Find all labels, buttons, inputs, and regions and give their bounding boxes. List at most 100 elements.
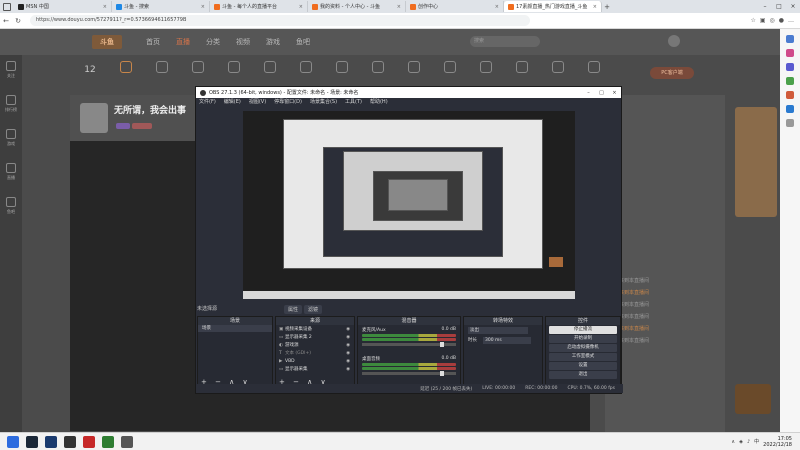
start-icon[interactable] bbox=[7, 435, 19, 448]
netease-music-icon[interactable] bbox=[83, 435, 95, 448]
wechat-icon[interactable] bbox=[102, 435, 114, 448]
rail-follow[interactable]: 关注 bbox=[0, 55, 22, 89]
extensions-icon[interactable]: ◎ bbox=[770, 17, 775, 24]
close-tab-icon[interactable]: × bbox=[103, 4, 107, 10]
nav-home[interactable]: 首页 bbox=[146, 37, 160, 47]
category-item[interactable] bbox=[108, 61, 144, 76]
eye-icon[interactable]: ◉ bbox=[346, 343, 350, 348]
nav-category[interactable]: 分类 bbox=[206, 37, 220, 47]
ime-indicator[interactable]: 中 bbox=[754, 438, 759, 445]
eye-icon[interactable]: ◉ bbox=[346, 335, 350, 340]
close-tab-icon[interactable]: × bbox=[299, 4, 303, 10]
nav-fishbar[interactable]: 鱼吧 bbox=[296, 37, 310, 47]
eye-icon[interactable]: ◉ bbox=[346, 351, 350, 356]
side-ad-small[interactable] bbox=[735, 384, 771, 414]
studio-mode-button[interactable]: 工作室模式 bbox=[549, 353, 617, 361]
url-field[interactable]: https://www.douyu.com/5727911?_r=0.57366… bbox=[30, 15, 530, 26]
eye-icon[interactable]: ◉ bbox=[346, 367, 350, 372]
browser-tab[interactable]: 斗鱼 - 搜索 × bbox=[112, 1, 210, 12]
terminal-icon[interactable] bbox=[64, 435, 76, 448]
close-button[interactable]: × bbox=[786, 0, 800, 13]
rail-live[interactable]: 直播 bbox=[0, 157, 22, 191]
volume-slider[interactable] bbox=[362, 342, 456, 347]
menu-docks[interactable]: 停靠窗口(D) bbox=[274, 98, 302, 107]
office-icon[interactable] bbox=[786, 91, 794, 99]
profile-icon[interactable]: ● bbox=[779, 17, 784, 24]
workspace-icon[interactable] bbox=[3, 2, 11, 11]
source-item[interactable]: ▶ VBD ◉ bbox=[276, 357, 354, 365]
scene-item[interactable]: 场景 bbox=[198, 325, 272, 332]
category-item[interactable] bbox=[396, 61, 432, 76]
menu-help[interactable]: 帮助(H) bbox=[370, 98, 388, 107]
stop-streaming-button[interactable]: 停止播流 bbox=[549, 326, 617, 334]
settings-button[interactable]: 设置 bbox=[549, 362, 617, 370]
menu-view[interactable]: 视图(V) bbox=[249, 98, 266, 107]
category-item[interactable] bbox=[468, 61, 504, 76]
douyu-logo[interactable]: 斗鱼 bbox=[92, 35, 122, 49]
nav-live[interactable]: 直播 bbox=[176, 37, 190, 47]
close-tab-icon[interactable]: × bbox=[201, 4, 205, 10]
eye-icon[interactable]: ◉ bbox=[346, 359, 350, 364]
nav-game[interactable]: 游戏 bbox=[266, 37, 280, 47]
browser-tab[interactable]: 斗鱼 - 每个人的直播平台 × bbox=[210, 1, 308, 12]
network-icon[interactable]: ◈ bbox=[739, 439, 743, 445]
filters-button[interactable]: 滤镜 bbox=[304, 305, 323, 314]
category-item[interactable] bbox=[324, 61, 360, 76]
category-item[interactable] bbox=[504, 61, 540, 76]
category-item[interactable] bbox=[432, 61, 468, 76]
source-item[interactable]: ▣ 视频采集设备 ◉ bbox=[276, 325, 354, 333]
rail-ranking[interactable]: 排行榜 bbox=[0, 89, 22, 123]
side-ad-banner[interactable] bbox=[735, 107, 777, 217]
menu-edit[interactable]: 编辑(E) bbox=[224, 98, 241, 107]
tools-icon[interactable] bbox=[786, 63, 794, 71]
rail-game[interactable]: 游戏 bbox=[0, 123, 22, 157]
obs-icon[interactable] bbox=[121, 435, 133, 448]
pc-client-button[interactable]: PC客户端 bbox=[650, 67, 694, 79]
obs-minimize-button[interactable]: – bbox=[582, 90, 595, 96]
more-icon[interactable]: … bbox=[788, 17, 794, 24]
games-icon[interactable] bbox=[786, 77, 794, 85]
refresh-icon[interactable]: ↻ bbox=[12, 17, 24, 25]
obs-close-button[interactable]: × bbox=[608, 90, 621, 96]
source-item[interactable]: ▭ 显示器采集 2 ◉ bbox=[276, 333, 354, 341]
category-item[interactable] bbox=[252, 61, 288, 76]
user-avatar[interactable] bbox=[668, 35, 680, 47]
search-icon[interactable] bbox=[786, 35, 794, 43]
eye-icon[interactable]: ◉ bbox=[346, 327, 350, 332]
start-recording-button[interactable]: 开始录制 bbox=[549, 335, 617, 343]
browser-tab[interactable]: MSN 中国 × bbox=[14, 1, 112, 12]
outlook-icon[interactable] bbox=[786, 105, 794, 113]
menu-scene-collection[interactable]: 场景集合(S) bbox=[310, 98, 337, 107]
menu-tools[interactable]: 工具(T) bbox=[345, 98, 362, 107]
browser-tab[interactable]: 我的资料 - 个人中心 - 斗鱼 × bbox=[308, 1, 406, 12]
category-item[interactable] bbox=[144, 61, 180, 76]
properties-button[interactable]: 属性 bbox=[284, 305, 303, 314]
close-tab-icon[interactable]: × bbox=[593, 4, 597, 10]
chevron-up-icon[interactable]: ∧ bbox=[731, 439, 735, 445]
add-icon[interactable] bbox=[786, 119, 794, 127]
maximize-button[interactable]: □ bbox=[772, 0, 786, 13]
favorite-icon[interactable]: ☆ bbox=[750, 17, 755, 24]
source-item[interactable]: ◐ 游戏源 ◉ bbox=[276, 341, 354, 349]
browser-tab-active[interactable]: 17素颜直播_热门游戏直播_斗鱼 × bbox=[504, 1, 602, 12]
nav-video[interactable]: 视频 bbox=[236, 37, 250, 47]
clock[interactable]: 17:05 2022/12/18 bbox=[763, 436, 792, 448]
source-item[interactable]: ▭ 显示器采集 ◉ bbox=[276, 365, 354, 373]
category-item[interactable] bbox=[540, 61, 576, 76]
close-tab-icon[interactable]: × bbox=[495, 4, 499, 10]
transition-select[interactable]: 淡出 bbox=[468, 326, 528, 334]
site-search-input[interactable]: 搜索 bbox=[470, 36, 540, 47]
new-tab-button[interactable]: + bbox=[602, 3, 612, 11]
source-item[interactable]: T 文本 (GDI+) ◉ bbox=[276, 349, 354, 357]
volume-slider[interactable] bbox=[362, 371, 456, 376]
exit-button[interactable]: 退出 bbox=[549, 371, 617, 379]
category-item[interactable] bbox=[180, 61, 216, 76]
close-tab-icon[interactable]: × bbox=[397, 4, 401, 10]
streamer-avatar[interactable] bbox=[80, 103, 108, 133]
back-icon[interactable]: ← bbox=[0, 17, 12, 25]
category-item[interactable] bbox=[288, 61, 324, 76]
menu-file[interactable]: 文件(F) bbox=[199, 98, 216, 107]
duration-input[interactable]: 300 ms bbox=[483, 336, 531, 344]
obs-preview[interactable] bbox=[243, 111, 575, 299]
browser-tab[interactable]: 创作中心 × bbox=[406, 1, 504, 12]
